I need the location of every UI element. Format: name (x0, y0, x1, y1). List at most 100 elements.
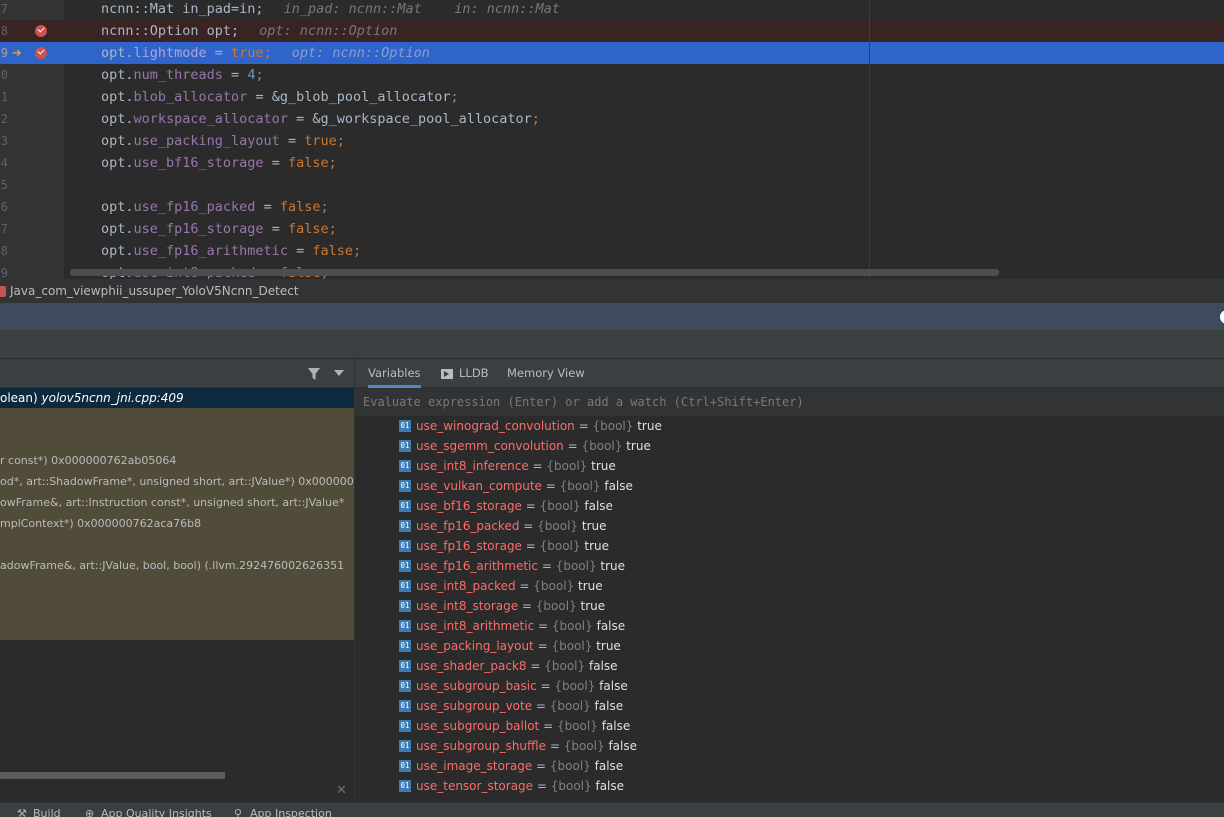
code-text[interactable]: ncnn::Mat in_pad=in; in_pad: ncnn::Mat in… (101, 0, 560, 20)
code-editor[interactable]: 7 ncnn::Mat in_pad=in; in_pad: ncnn::Mat i… (0, 0, 1224, 279)
code-line[interactable]: 7 ncnn::Mat in_pad=in; in_pad: ncnn::Mat i… (0, 0, 1224, 20)
code-line[interactable]: 3 opt.use_packing_layout = true; (0, 130, 1224, 152)
equals-sign: = (515, 579, 534, 593)
tab-lldb[interactable]: LLDB (441, 359, 489, 388)
code-line[interactable]: 5 (0, 174, 1224, 196)
variable-value: false (599, 679, 628, 693)
code-text[interactable]: opt.use_packing_layout = true; (101, 130, 345, 152)
equals-sign: = (574, 419, 593, 433)
code-text[interactable]: opt.blob_allocator = &g_blob_pool_alloca… (101, 86, 459, 108)
line-number[interactable]: 8 (0, 240, 8, 262)
code-line[interactable]: 7 opt.use_fp16_storage = false; (0, 218, 1224, 240)
code-text[interactable]: opt.lightmode = true; opt: ncnn::Option (101, 42, 430, 64)
code-token: false; (287, 155, 337, 171)
primitive-value-icon: 01 (399, 540, 411, 552)
variable-type: {bool} (539, 539, 581, 553)
code-text[interactable]: opt.use_bf16_storage = false; (101, 152, 337, 174)
line-number[interactable]: 5 (0, 174, 8, 196)
code-text[interactable]: opt.use_fp16_arithmetic = false; (101, 240, 361, 262)
code-text[interactable]: opt.num_threads = 4; (101, 64, 264, 86)
code-token: ; (531, 111, 540, 127)
line-number[interactable]: 6 (0, 196, 8, 218)
code-token: ncnn::Option opt; (101, 23, 240, 39)
code-text[interactable]: ncnn::Option opt; opt: ncnn::Option (101, 20, 397, 42)
variable-value: false (596, 619, 626, 633)
breakpoint-icon[interactable] (35, 47, 47, 59)
frame-row-selected[interactable]: olean) yolov5ncnn_jni.cpp:409 (0, 388, 354, 408)
variable-value: false (584, 499, 613, 513)
tool-window-button[interactable]: ⚲ App Inspection (234, 807, 332, 817)
variable-value: true (581, 519, 607, 533)
frame-row[interactable]: od*, art::ShadowFrame*, unsigned short, … (0, 472, 354, 492)
line-number[interactable]: 8 (0, 20, 8, 42)
code-text[interactable]: opt.workspace_allocator = &g_workspace_p… (101, 108, 540, 130)
code-line[interactable]: 6 opt.use_fp16_packed = false; (0, 196, 1224, 218)
frame-row[interactable]: adowFrame&, art::JValue, bool, bool) (.l… (0, 556, 354, 576)
variable-text: use_fp16_arithmetic = {bool} true (416, 556, 625, 576)
tool-window-button[interactable]: ⊕ App Quality Insights (85, 807, 212, 817)
variable-name: use_packing_layout (416, 639, 534, 653)
primitive-value-icon: 01 (399, 420, 411, 432)
line-number[interactable]: 0 (0, 64, 8, 86)
variable-text: use_winograd_convolution = {bool} true (416, 416, 662, 436)
variable-name: use_subgroup_basic (416, 679, 537, 693)
close-icon[interactable]: ✕ (336, 783, 347, 798)
editor-horizontal-scrollbar[interactable] (70, 269, 999, 276)
code-line[interactable]: 8 opt.use_fp16_arithmetic = false; (0, 240, 1224, 262)
line-number[interactable]: 7 (0, 218, 8, 240)
tool-window-label: Build (33, 807, 61, 817)
frames-horizontal-scrollbar[interactable] (0, 772, 225, 779)
breakpoint-icon[interactable] (35, 25, 47, 37)
code-line[interactable]: 4 opt.use_bf16_storage = false; (0, 152, 1224, 174)
variable-type: {bool} (539, 499, 581, 513)
variable-name: use_shader_pack8 (416, 659, 527, 673)
variable-value: false (588, 659, 618, 673)
line-number[interactable]: 7 (0, 0, 8, 20)
filter-icon[interactable] (307, 367, 321, 381)
frame-row[interactable]: r const*) 0x000000762ab05064 (0, 451, 354, 471)
code-line[interactable]: 0 opt.num_threads = 4; (0, 64, 1224, 86)
primitive-value-icon: 01 (399, 780, 411, 792)
primitive-value-icon: 01 (399, 740, 411, 752)
frame-row[interactable]: mplContext*) 0x000000762aca76b8 (0, 514, 354, 534)
code-line[interactable]: 8 ncnn::Option opt; opt: ncnn::Option (0, 20, 1224, 42)
chevron-down-icon[interactable] (334, 370, 344, 376)
equals-sign: = (563, 439, 582, 453)
frame-row[interactable]: owFrame&, art::Instruction const*, unsig… (0, 493, 354, 513)
code-token: use_fp16_arithmetic (133, 243, 288, 259)
code-line[interactable]: 2 opt.workspace_allocator = &g_workspace_… (0, 108, 1224, 130)
variable-value: false (594, 699, 624, 713)
line-number[interactable]: 4 (0, 152, 8, 174)
code-line[interactable]: 1 opt.blob_allocator = &g_blob_pool_alloc… (0, 86, 1224, 108)
code-token: = (263, 155, 288, 171)
code-text[interactable]: opt.use_fp16_storage = false; (101, 218, 337, 240)
breadcrumb-function[interactable]: Java_com_viewphii_ussuper_YoloV5Ncnn_Det… (10, 284, 299, 298)
code-token: opt. (101, 67, 134, 83)
inline-debug-value: opt: ncnn::Option (259, 23, 398, 39)
tool-window-button[interactable]: ⚒ Build (17, 807, 61, 817)
circle-icon[interactable] (1220, 310, 1224, 324)
line-number[interactable]: 9 (0, 262, 8, 279)
code-line[interactable]: 9 ➔ opt.lightmode = true; opt: ncnn::Option (0, 42, 1224, 64)
primitive-value-icon: 01 (399, 480, 411, 492)
variable-type: {bool} (555, 559, 597, 573)
variable-type: {bool} (549, 699, 591, 713)
variable-name: use_fp16_storage (416, 539, 522, 553)
tab-variables[interactable]: Variables (368, 359, 421, 388)
equals-sign: = (541, 479, 560, 493)
line-number[interactable]: 3 (0, 130, 8, 152)
code-token: ; (255, 67, 264, 83)
line-number[interactable]: 2 (0, 108, 8, 130)
tab-memory-view[interactable]: Memory View (507, 359, 585, 388)
frame-row[interactable] (0, 409, 354, 429)
variable-name: use_int8_storage (416, 599, 519, 613)
variable-value: false (608, 739, 637, 753)
code-text[interactable]: opt.use_fp16_packed = false; (101, 196, 329, 218)
variable-value: true (584, 539, 609, 553)
equals-sign: = (532, 759, 550, 773)
line-number[interactable]: 9 (0, 42, 8, 64)
inline-debug-value: opt: ncnn::Option (291, 45, 430, 61)
line-number[interactable]: 1 (0, 86, 8, 108)
evaluate-expression-input[interactable] (363, 392, 1213, 412)
variable-text: use_int8_inference = {bool} true (416, 456, 616, 476)
